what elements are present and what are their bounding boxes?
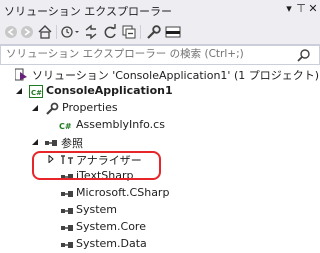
highlight-annotation: [32, 151, 161, 180]
references-icon: [45, 140, 57, 146]
tree-item-label: 参照: [61, 137, 83, 150]
title-bar: ソリューション エクスプローラー ▾ ⊤ ✕: [0, 0, 320, 20]
tree-item-assembly-info[interactable]: C# AssemblyInfo.cs: [0, 117, 320, 134]
search-input[interactable]: [6, 46, 286, 62]
preview-icon[interactable]: [165, 23, 181, 41]
reference-icon: [61, 225, 73, 231]
expanded-arrow-icon[interactable]: [31, 104, 39, 112]
tree-item-references[interactable]: 参照: [0, 134, 320, 151]
tree-item-label: System.Core: [76, 220, 146, 233]
home-icon[interactable]: [37, 23, 53, 41]
sync-icon[interactable]: [83, 23, 99, 41]
collapse-all-icon[interactable]: [121, 23, 137, 41]
tree-item-label: System: [76, 203, 118, 216]
tree-item-reference[interactable]: System: [0, 202, 320, 219]
tree-item-reference[interactable]: System.Data: [0, 236, 320, 253]
search-box: [0, 45, 320, 65]
tree-item-project[interactable]: C# ConsoleApplication1: [0, 83, 320, 100]
tree-item-reference[interactable]: Microsoft.CSharp: [0, 185, 320, 202]
reference-icon: [61, 191, 73, 197]
tree-item-label: Properties: [62, 101, 118, 114]
svg-text:C#: C#: [59, 122, 72, 131]
back-icon[interactable]: [4, 23, 18, 41]
solution-icon: [15, 68, 27, 81]
svg-text:C#: C#: [31, 89, 42, 97]
expanded-arrow-icon[interactable]: [15, 87, 23, 95]
tree-item-label: Microsoft.CSharp: [76, 186, 170, 199]
toolbar: [0, 20, 320, 45]
close-icon[interactable]: ✕: [306, 2, 320, 16]
toolbar-separator: [140, 25, 141, 39]
toolbar-separator: [56, 25, 57, 39]
tree-item-reference[interactable]: System.Core: [0, 219, 320, 236]
forward-icon[interactable]: [20, 23, 34, 41]
window-title: ソリューション エクスプローラー: [4, 5, 172, 18]
tree-item-label: AssemblyInfo.cs: [76, 118, 165, 131]
search-icon[interactable]: [297, 48, 311, 62]
expanded-arrow-icon[interactable]: [31, 138, 39, 146]
csharp-file-icon: C#: [59, 122, 72, 131]
tree-item-properties[interactable]: Properties: [0, 100, 320, 117]
properties-icon[interactable]: [145, 23, 161, 41]
tree-item-label: System.Data: [76, 237, 147, 250]
tree-item-label: ソリューション 'ConsoleApplication1' (1 プロジェクト): [32, 69, 320, 82]
tree-item-solution[interactable]: ソリューション 'ConsoleApplication1' (1 プロジェクト): [0, 66, 320, 83]
csharp-project-icon: C#: [29, 85, 43, 98]
reference-icon: [61, 208, 73, 214]
refresh-icon[interactable]: [102, 23, 118, 41]
history-icon[interactable]: [60, 23, 80, 41]
wrench-icon: [46, 102, 59, 115]
solution-tree: ソリューション 'ConsoleApplication1' (1 プロジェクト)…: [0, 64, 320, 250]
tree-item-label: ConsoleApplication1: [46, 84, 173, 97]
